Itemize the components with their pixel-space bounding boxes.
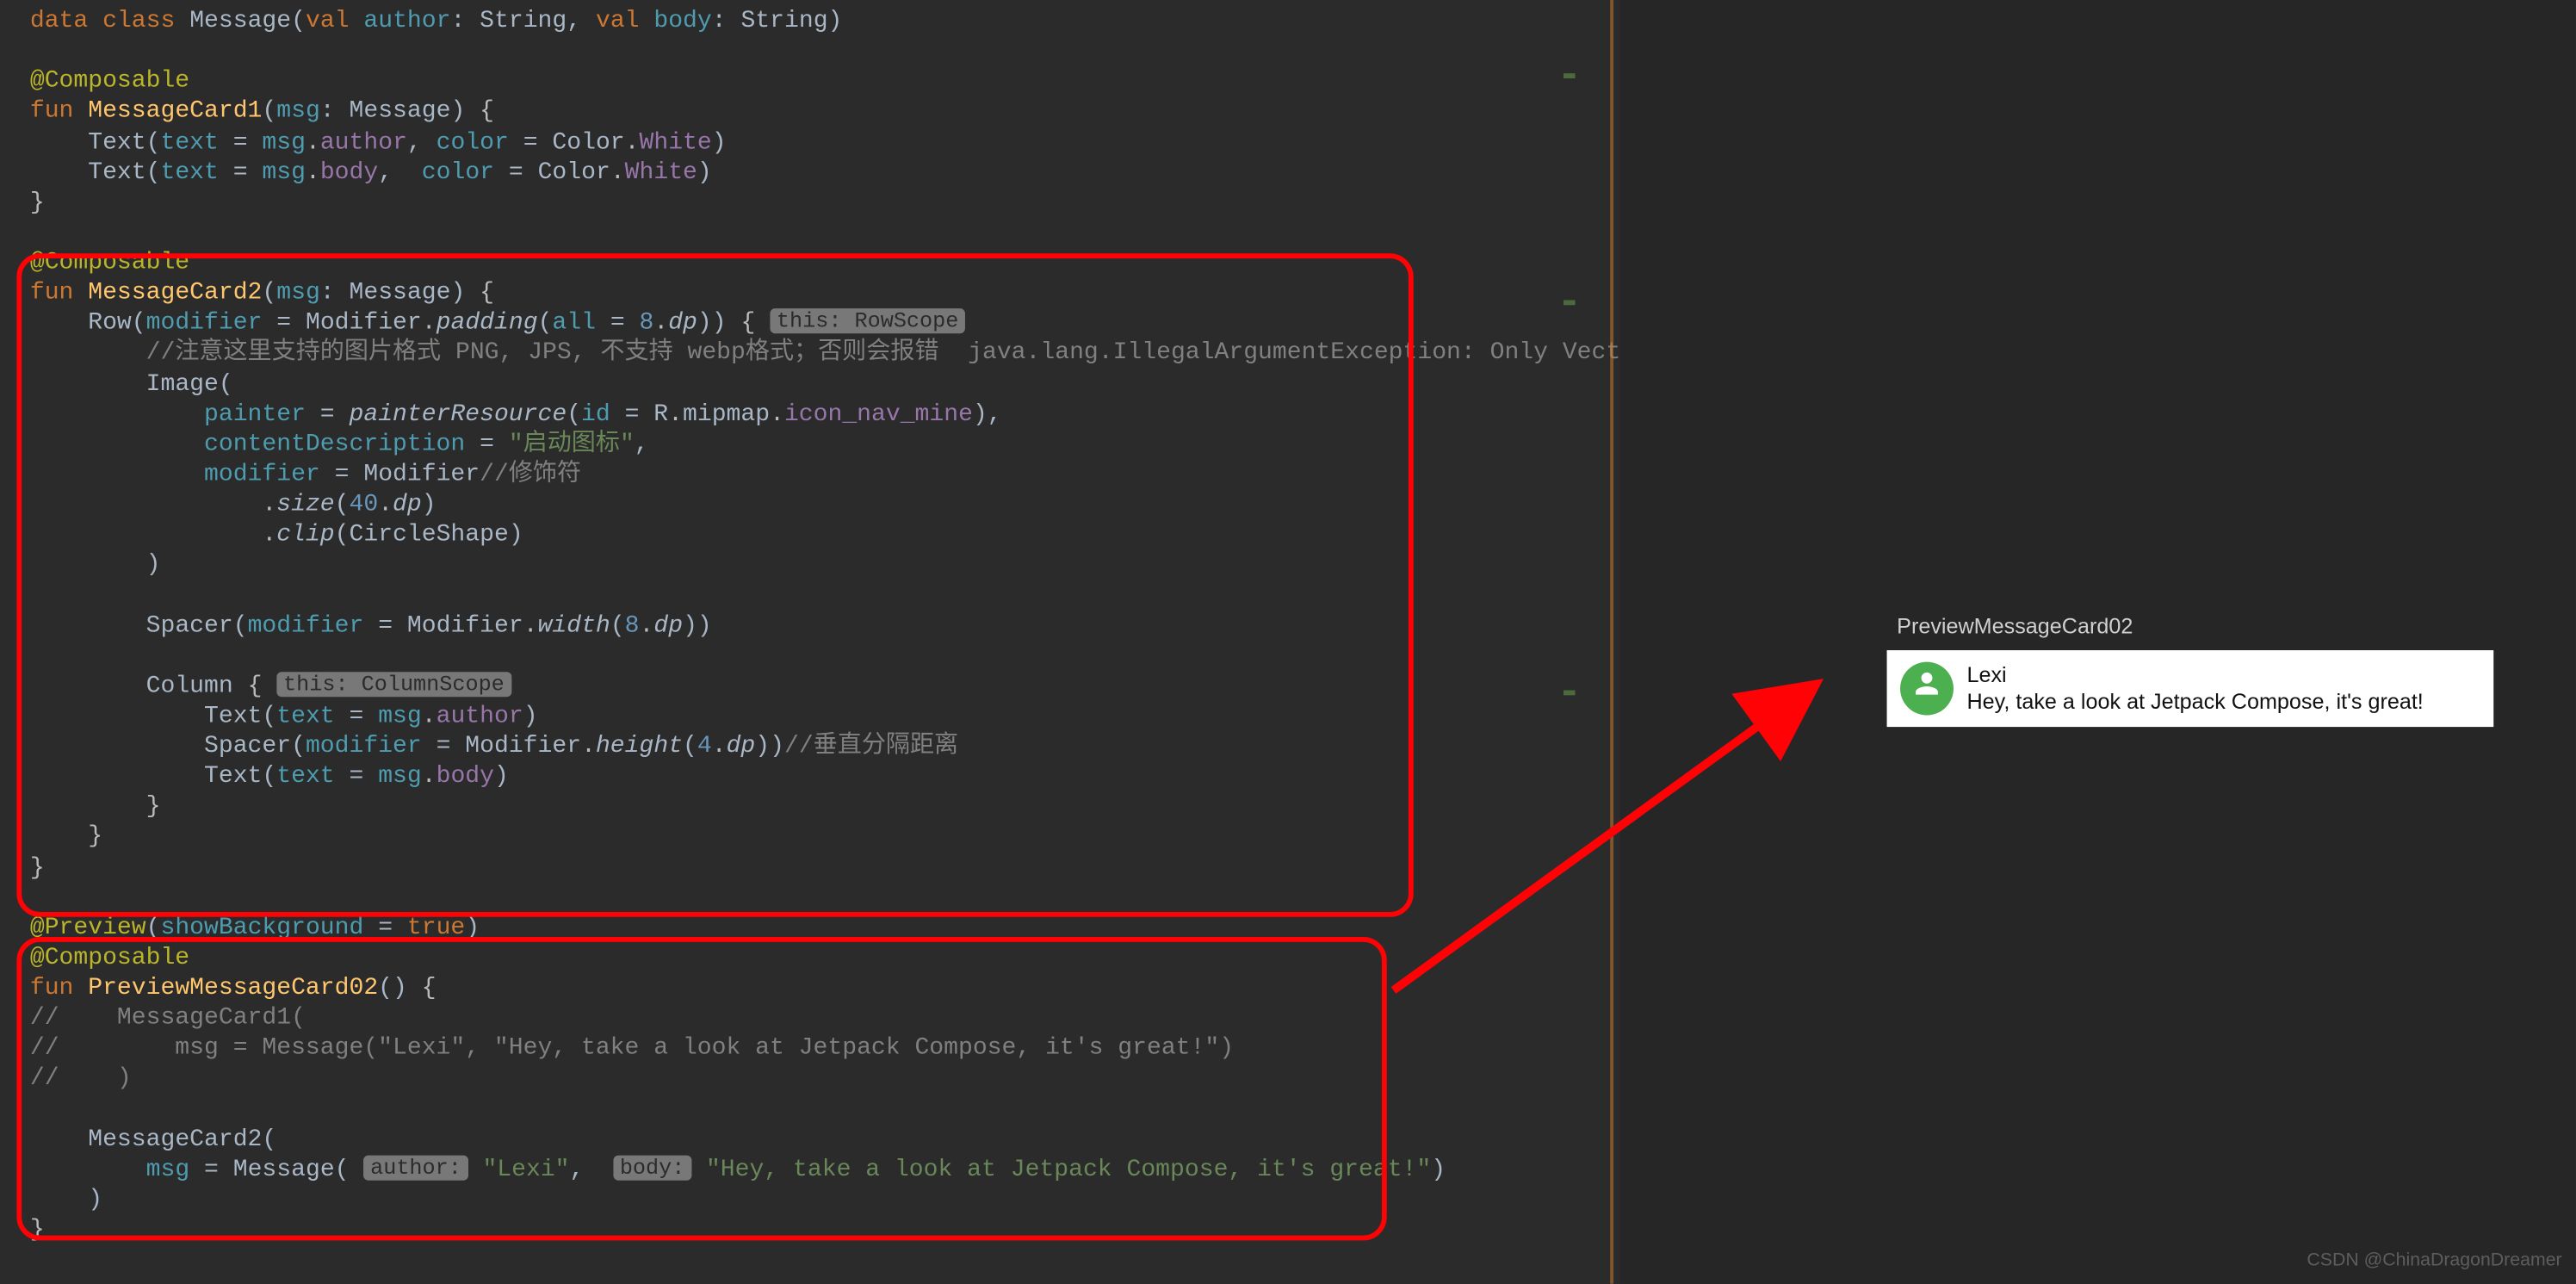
change-marker (1564, 73, 1576, 78)
avatar (1900, 662, 1954, 716)
inlay-rowscope: this: RowScope (770, 309, 965, 334)
inlay-body: body: (613, 1155, 691, 1180)
code-editor[interactable]: data class Message(val author: String, v… (0, 0, 1601, 1284)
editor-preview-divider[interactable] (1610, 0, 1613, 1284)
watermark: CSDN @ChinaDragonDreamer (2307, 1250, 2561, 1274)
preview-author: Lexi (1966, 662, 2423, 688)
change-marker (1564, 300, 1576, 305)
preview-pane: PreviewMessageCard02 Lexi Hey, take a lo… (1620, 0, 2575, 1284)
inlay-columnscope: this: ColumnScope (276, 672, 511, 697)
preview-title: PreviewMessageCard02 (1897, 613, 2133, 640)
change-marker (1564, 691, 1576, 696)
preview-card: Lexi Hey, take a look at Jetpack Compose… (1887, 650, 2494, 727)
code-block: data class Message(val author: String, v… (30, 7, 1601, 1246)
preview-body: Hey, take a look at Jetpack Compose, it'… (1966, 689, 2423, 715)
person-icon (1910, 667, 1944, 710)
inlay-author: author: (363, 1155, 468, 1180)
